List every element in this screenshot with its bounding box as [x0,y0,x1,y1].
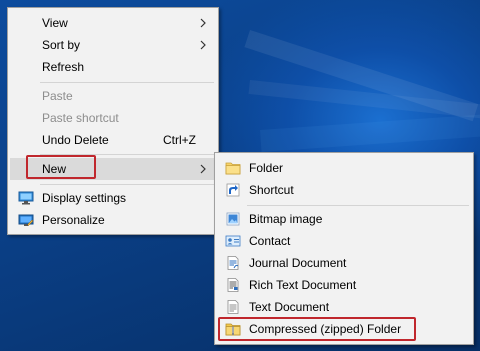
menu-item-label: Paste [42,89,73,103]
menu-item-label: Sort by [42,38,81,52]
submenu-item-label: Contact [249,234,291,248]
shortcut-icon [226,183,240,197]
submenu-item-label: Text Document [249,300,330,314]
menu-item-label: Paste shortcut [42,111,119,125]
menu-item-label: Display settings [42,191,127,205]
menu-item-paste[interactable]: Paste [10,85,216,107]
menu-item-label: Undo Delete [42,133,109,147]
desktop-context-menu: View Sort by Refresh Paste Paste shortcu… [7,7,219,235]
menu-item-personalize[interactable]: Personalize [10,209,216,231]
new-item-highlight-box [26,155,96,179]
submenu-item-shortcut[interactable]: Shortcut [217,179,471,201]
menu-item-view[interactable]: View [10,12,216,34]
menu-item-sort-by[interactable]: Sort by [10,34,216,56]
wallpaper-light-beam [260,113,480,152]
submenu-item-text-document[interactable]: Text Document [217,296,471,318]
text-document-icon [227,300,239,314]
menu-item-display-settings[interactable]: Display settings [10,187,216,209]
submenu-item-label: Journal Document [249,256,347,270]
menu-item-undo-delete[interactable]: Undo Delete Ctrl+Z [10,129,216,151]
submenu-item-journal-document[interactable]: Journal Document [217,252,471,274]
submenu-item-bitmap-image[interactable]: Bitmap image [217,208,471,230]
personalize-icon [18,214,34,227]
menu-separator [40,184,214,185]
submenu-item-label: Shortcut [249,183,294,197]
submenu-item-contact[interactable]: Contact [217,230,471,252]
journal-document-icon [227,256,239,270]
menu-item-label: Refresh [42,60,85,74]
chevron-right-icon [200,40,206,50]
contact-icon [225,235,241,247]
submenu-item-folder[interactable]: Folder [217,157,471,179]
folder-icon [225,162,241,175]
menu-item-label: Personalize [42,213,105,227]
submenu-item-label: Bitmap image [249,212,323,226]
menu-separator [40,82,214,83]
menu-item-label: View [42,16,68,30]
menu-item-shortcut: Ctrl+Z [163,133,196,147]
rich-text-document-icon [227,278,239,292]
submenu-item-label: Rich Text Document [249,278,357,292]
submenu-item-label: Folder [249,161,284,175]
menu-separator [247,205,469,206]
chevron-right-icon [200,164,206,174]
zip-folder-highlight-box [218,317,416,341]
bitmap-image-icon [226,212,240,226]
submenu-item-rich-text-document[interactable]: Rich Text Document [217,274,471,296]
menu-item-paste-shortcut[interactable]: Paste shortcut [10,107,216,129]
display-settings-icon [18,191,34,205]
chevron-right-icon [200,18,206,28]
menu-item-refresh[interactable]: Refresh [10,56,216,78]
